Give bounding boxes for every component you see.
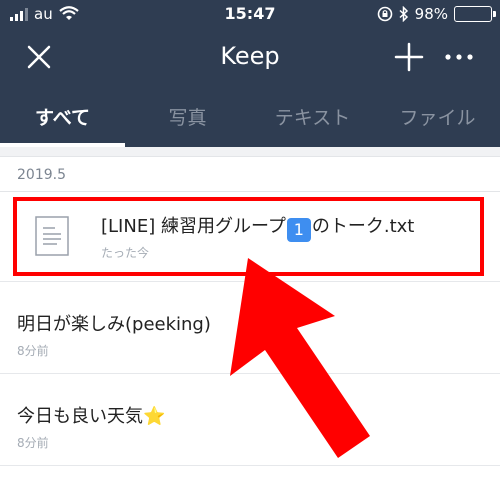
top-bar: au 15:47 98% Keep すべて 写真 テキスト ファイル (0, 0, 500, 147)
file-name-suffix: のトーク.txt (311, 216, 415, 237)
tab-bar: すべて 写真 テキスト ファイル (0, 85, 500, 147)
keep-screen: au 15:47 98% Keep すべて 写真 テキスト ファイル 2019.… (0, 0, 500, 494)
section-date: 2019.5 (0, 157, 500, 192)
section-gap (0, 147, 500, 157)
battery-percent: 98% (414, 5, 448, 23)
star-icon: ⭐ (143, 406, 166, 427)
tab-files[interactable]: ファイル (375, 85, 500, 147)
more-icon[interactable] (442, 40, 476, 74)
plus-icon[interactable] (392, 40, 426, 74)
tab-text[interactable]: テキスト (250, 85, 375, 147)
status-bar: au 15:47 98% (0, 0, 500, 30)
file-name: [LINE] 練習用グループ 1 のトーク.txt (101, 212, 414, 242)
battery-icon (454, 6, 496, 22)
bluetooth-icon (399, 6, 408, 22)
file-timestamp: たった今 (101, 246, 150, 260)
text-content: 今日も良い天気⭐ (17, 402, 165, 428)
red-arrow-annotation (230, 258, 370, 458)
document-icon (35, 216, 69, 256)
tab-photos[interactable]: 写真 (125, 85, 250, 147)
text-timestamp: 8分前 (17, 436, 49, 450)
status-right: 98% (377, 5, 496, 23)
text-content-body: 今日も良い天気 (17, 406, 143, 427)
text-content: 明日が楽しみ(peeking) (17, 314, 211, 335)
navigation-bar: Keep (0, 30, 500, 85)
rotation-lock-icon (377, 6, 392, 22)
file-name-prefix: [LINE] 練習用グループ (101, 216, 286, 237)
text-timestamp: 8分前 (17, 344, 49, 358)
keycap-one-icon: 1 (286, 218, 311, 242)
tab-all[interactable]: すべて (0, 85, 125, 147)
